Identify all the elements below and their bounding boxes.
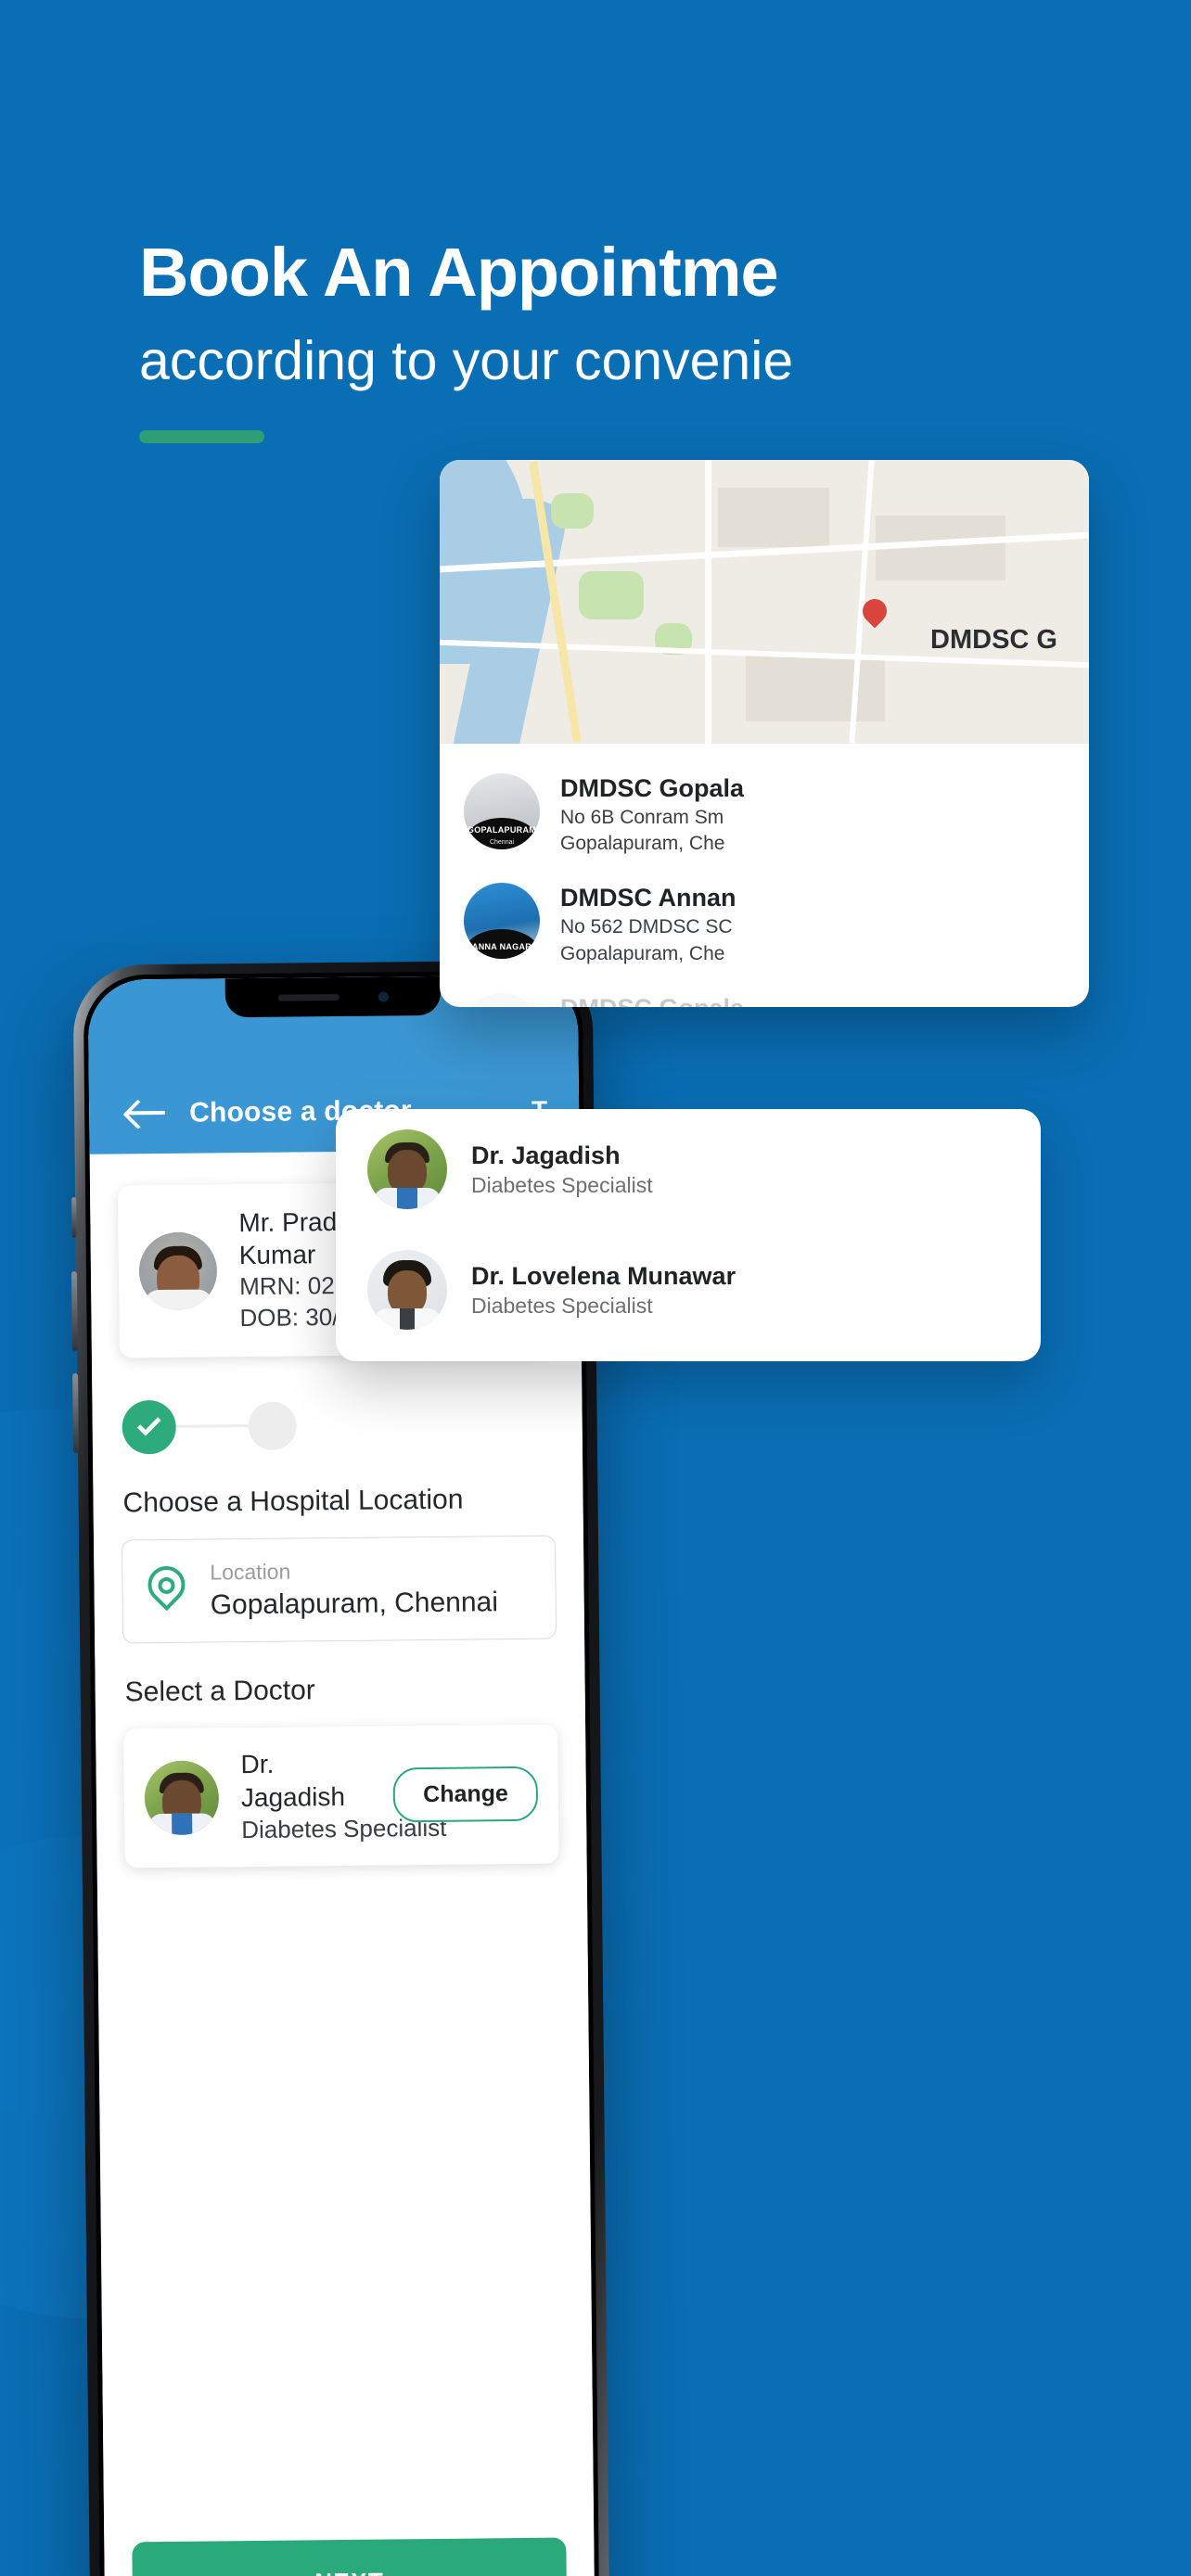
phone-notch (224, 976, 442, 1018)
phone-volume-down-button (72, 1372, 79, 1454)
hospital-thumbnail-caption: GOPALAPURAM (467, 825, 537, 835)
selected-doctor-name: Dr. Jagadish (240, 1749, 346, 1813)
doctor-selection-panel: Dr. Jagadish Diabetes Specialist Dr. Lov… (336, 1109, 1041, 1361)
hospital-thumbnail: ANNA NAGAR (464, 883, 540, 960)
stepper-step-1-completed[interactable] (122, 1399, 177, 1455)
hospital-info: DMDSC Gopala No 6B Conram Sm Gopalapuram… (560, 773, 1065, 857)
phone-volume-up-button (70, 1270, 78, 1352)
doctor-specialty: Diabetes Specialist (471, 1293, 653, 1318)
hospital-thumbnail-subcaption: Chennai (489, 839, 515, 846)
hospital-address-line-1: No 6B Conram Sm (560, 806, 724, 828)
hospital-address-line-2: Gopalapuram, Che (560, 833, 725, 855)
hospital-location-title: Choose a Hospital Location (122, 1484, 464, 1519)
selected-doctor-card[interactable]: Dr. Jagadish Diabetes Specialist Change (123, 1724, 559, 1868)
map-preview[interactable]: DMDSC G (440, 460, 1089, 744)
earpiece-speaker (277, 993, 339, 1001)
doctor-change-button[interactable]: Change (392, 1766, 539, 1823)
page-title: Book An Appointme (139, 234, 779, 311)
hospital-thumbnail (464, 992, 540, 1007)
phone-mute-button (71, 1196, 77, 1239)
doctor-avatar (367, 1129, 447, 1209)
hero-section: Book An Appointme according to your conv… (139, 236, 1191, 443)
hospital-list-item[interactable]: DMDSC Gopala (440, 980, 1089, 1007)
hero-accent-rule (139, 429, 264, 443)
hospital-selection-panel: DMDSC G GOPALAPURAM Chennai DMDSC Gopala… (440, 460, 1089, 1007)
stepper-step-2-pending[interactable] (248, 1401, 297, 1450)
location-field-label: Location (210, 1559, 291, 1585)
location-pin-icon (140, 1558, 193, 1615)
hospital-address-line-1: No 562 DMDSC SC (560, 916, 733, 938)
back-arrow-icon[interactable] (126, 1098, 165, 1126)
doctor-name: Dr. Lovelena Munawar (471, 1261, 736, 1290)
next-button[interactable]: NEXT (132, 2537, 568, 2576)
progress-stepper (122, 1396, 583, 1455)
check-icon (136, 1411, 161, 1436)
doctor-info: Dr. Lovelena Munawar Diabetes Specialist (471, 1260, 1009, 1320)
front-camera-icon (378, 990, 389, 1002)
hospital-list-item[interactable]: ANNA NAGAR DMDSC Annan No 562 DMDSC SC G… (440, 870, 1089, 979)
hospital-info: DMDSC Gopala (560, 993, 1065, 1007)
map-hospital-label: DMDSC G (930, 625, 1057, 655)
selected-doctor-avatar (144, 1760, 220, 1836)
hospital-thumbnail-caption: ANNA NAGAR (471, 942, 532, 952)
doctor-list-item[interactable]: Dr. Jagadish Diabetes Specialist (336, 1109, 1041, 1230)
hospital-name: DMDSC Gopala (560, 774, 745, 802)
hospital-list-item[interactable]: GOPALAPURAM Chennai DMDSC Gopala No 6B C… (440, 760, 1089, 870)
selected-doctor-details: Dr. Jagadish Diabetes Specialist (240, 1746, 447, 1846)
stepper-connector (175, 1424, 249, 1428)
doctor-name: Dr. Jagadish (471, 1141, 621, 1169)
location-field-value: Gopalapuram, Chennai (210, 1586, 499, 1621)
selected-doctor-specialty: Diabetes Specialist (241, 1814, 447, 1844)
location-select-field[interactable]: Location Gopalapuram, Chennai (121, 1535, 557, 1644)
patient-avatar (138, 1231, 218, 1311)
select-doctor-title: Select a Doctor (124, 1674, 315, 1708)
hospital-info: DMDSC Annan No 562 DMDSC SC Gopalapuram,… (560, 883, 1065, 966)
hospital-thumbnail: GOPALAPURAM Chennai (464, 773, 540, 849)
doctor-specialty: Diabetes Specialist (471, 1172, 653, 1197)
doctor-avatar (367, 1250, 447, 1330)
hospital-name: DMDSC Gopala (560, 993, 1065, 1007)
hospital-list: GOPALAPURAM Chennai DMDSC Gopala No 6B C… (440, 744, 1089, 1007)
location-field-text: Location Gopalapuram, Chennai (210, 1555, 498, 1623)
hospital-name: DMDSC Annan (560, 884, 736, 912)
page-subtitle: according to your convenie (139, 329, 794, 391)
hospital-address-line-2: Gopalapuram, Che (560, 942, 725, 964)
app-body: Mr. Pradeep Kumar MRN: 02120000012 DOB: … (89, 1180, 596, 2576)
doctor-list-item[interactable]: Dr. Lovelena Munawar Diabetes Specialist (336, 1230, 1041, 1350)
doctor-info: Dr. Jagadish Diabetes Specialist (471, 1140, 1009, 1200)
